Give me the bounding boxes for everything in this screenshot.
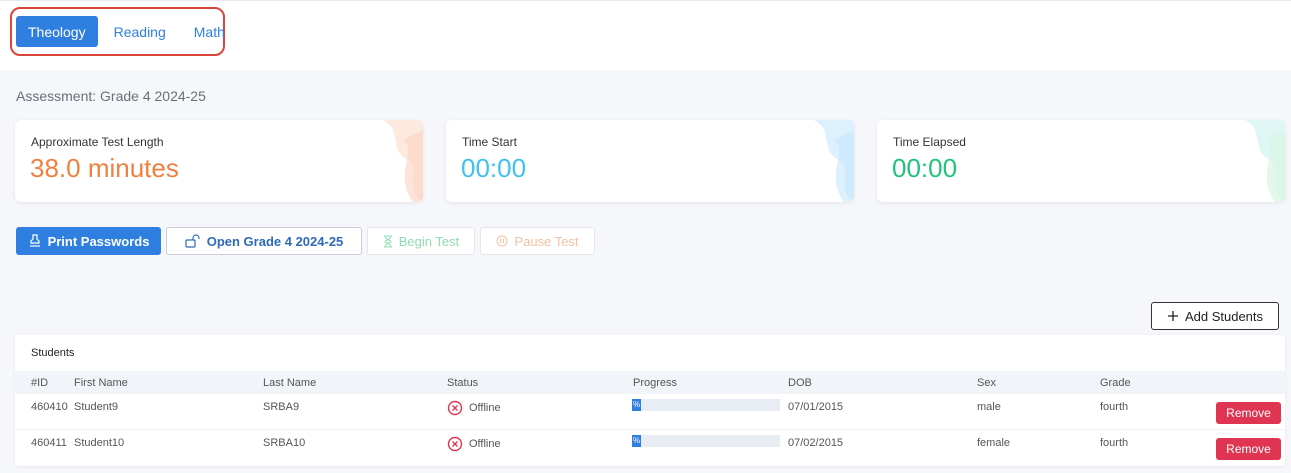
subject-tabs: Theology Reading Math	[10, 7, 225, 56]
begin-test-button[interactable]: Begin Test	[367, 227, 475, 255]
column-header-dob: DOB	[788, 377, 812, 389]
offline-x-circle-icon	[447, 400, 463, 416]
time-start-value: 00:00	[461, 153, 527, 183]
unlock-icon	[185, 234, 200, 248]
student-id: 460411	[31, 437, 67, 449]
open-assessment-label: Open Grade 4 2024-25	[206, 233, 344, 249]
time-start-card: Time Start 00:00	[446, 120, 854, 202]
time-elapsed-value: 00:00	[892, 153, 958, 183]
tab-theology[interactable]: Theology	[16, 16, 98, 47]
decorative-blob-icon	[383, 120, 423, 202]
student-dob: 07/01/2015	[788, 401, 844, 413]
table-row: 460411 Student10 SRBA10 Offline % 07/02/…	[15, 430, 1285, 466]
time-start-label: Time Start	[462, 135, 517, 149]
test-length-value: 38.0 minutes	[30, 153, 179, 183]
stamp-icon	[29, 234, 40, 247]
test-length-label: Approximate Test Length	[31, 135, 164, 149]
student-sex: male	[977, 401, 1001, 413]
time-elapsed-card: Time Elapsed 00:00	[877, 120, 1285, 202]
tab-reading[interactable]: Reading	[102, 16, 178, 47]
student-grade: fourth	[1100, 437, 1129, 449]
begin-test-label: Begin Test	[398, 233, 460, 249]
student-dob: 07/02/2015	[788, 437, 844, 449]
student-first-name: Student10	[74, 437, 125, 449]
time-elapsed-label: Time Elapsed	[893, 135, 966, 149]
tab-math[interactable]: Math	[182, 16, 237, 47]
remove-student-button[interactable]: Remove	[1216, 402, 1281, 424]
students-title: Students	[31, 347, 75, 359]
top-bar: Theology Reading Math	[0, 0, 1291, 70]
open-assessment-button[interactable]: Open Grade 4 2024-25	[166, 227, 362, 255]
add-students-label: Add Students	[1184, 308, 1264, 324]
student-first-name: Student9	[74, 401, 119, 413]
pause-test-label: Pause Test	[514, 233, 579, 249]
print-passwords-label: Print Passwords	[47, 233, 150, 249]
progress-fill: %	[632, 399, 641, 411]
progress-fill: %	[632, 435, 641, 447]
pause-test-button[interactable]: Pause Test	[480, 227, 595, 255]
decorative-blob-icon	[1245, 120, 1285, 202]
progress-bar: %	[632, 435, 780, 447]
students-table-header: #ID First Name Last Name Status Progress…	[15, 371, 1285, 394]
test-length-card: Approximate Test Length 38.0 minutes	[15, 120, 423, 202]
progress-bar: %	[632, 399, 780, 411]
remove-student-button[interactable]: Remove	[1216, 438, 1281, 460]
student-id: 460410	[31, 401, 68, 413]
student-sex: female	[977, 437, 1011, 449]
student-grade: fourth	[1100, 401, 1129, 413]
status-label: Offline	[469, 438, 501, 450]
student-status: Offline	[447, 400, 501, 416]
column-header-id: #ID	[31, 377, 49, 389]
plus-icon	[1167, 311, 1178, 321]
hourglass-icon	[383, 235, 392, 247]
table-row: 460410 Student9 SRBA9 Offline % 07/01/20…	[15, 394, 1285, 430]
decorative-blob-icon	[814, 120, 854, 202]
student-last-name: SRBA9	[263, 401, 300, 413]
pause-icon	[496, 235, 508, 247]
column-header-progress: Progress	[633, 377, 678, 389]
student-status: Offline	[447, 436, 501, 452]
add-students-button[interactable]: Add Students	[1151, 302, 1279, 330]
column-header-status: Status	[447, 377, 479, 389]
column-header-sex: Sex	[977, 377, 996, 389]
students-panel: Students #ID First Name Last Name Status…	[15, 335, 1285, 466]
column-header-last-name: Last Name	[263, 377, 317, 389]
print-passwords-button[interactable]: Print Passwords	[16, 227, 161, 255]
column-header-first-name: First Name	[74, 377, 128, 389]
student-last-name: SRBA10	[263, 437, 306, 449]
status-label: Offline	[469, 402, 501, 414]
offline-x-circle-icon	[447, 436, 463, 452]
column-header-grade: Grade	[1100, 377, 1131, 389]
assessment-title: Assessment: Grade 4 2024-25	[16, 88, 206, 104]
